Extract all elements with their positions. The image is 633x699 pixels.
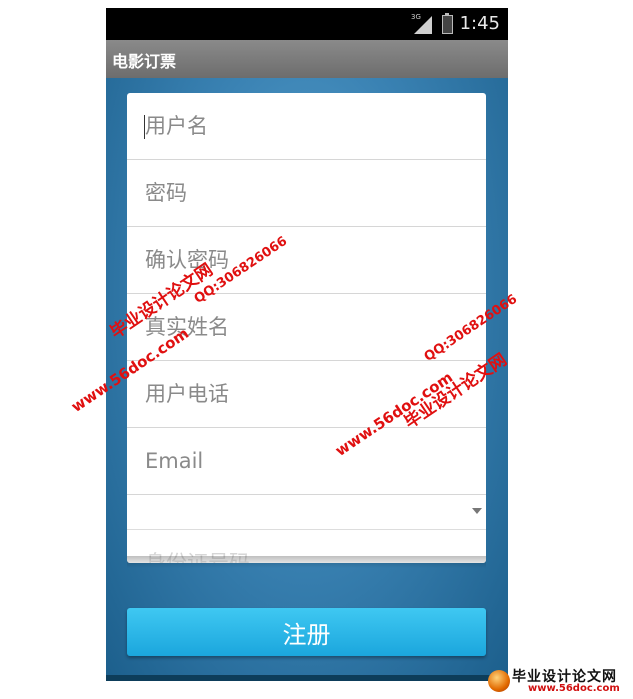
signal-icon [414, 16, 432, 34]
phone-input[interactable] [145, 375, 465, 413]
real-name-input[interactable] [145, 308, 465, 346]
real-name-field-row [127, 294, 486, 361]
corner-logo: 毕业设计论文网 www.56doc.com [468, 667, 626, 697]
app-title: 电影订票 [112, 52, 177, 71]
password-input[interactable] [145, 174, 465, 212]
phone-field-row [127, 361, 486, 428]
action-bar: 电影订票 [106, 40, 508, 78]
register-button[interactable]: 注册 [127, 608, 486, 656]
bottom-edge [106, 675, 508, 681]
email-input[interactable] [145, 442, 465, 480]
status-time: 1:45 [459, 13, 500, 34]
text-cursor [144, 115, 145, 139]
confirm-password-field-row [127, 227, 486, 294]
content-area: 身份证号码 注册 [106, 78, 508, 681]
email-field-row [127, 428, 486, 495]
username-input[interactable] [145, 107, 465, 145]
registration-form: 身份证号码 [127, 93, 486, 563]
dropdown-arrow-icon [472, 508, 482, 514]
status-bar: 3G 1:45 [106, 8, 508, 40]
logo-ball-icon [488, 670, 510, 692]
dropdown-spinner[interactable] [127, 493, 486, 530]
confirm-password-input[interactable] [145, 241, 465, 279]
password-field-row [127, 160, 486, 227]
battery-icon [442, 13, 453, 34]
username-field-row [127, 93, 486, 160]
logo-url: www.56doc.com [528, 683, 620, 694]
phone-screen: 3G 1:45 电影订票 用户名 真实姓名 用户电话 Email 注册 [106, 8, 508, 681]
form-shadow [127, 556, 486, 568]
